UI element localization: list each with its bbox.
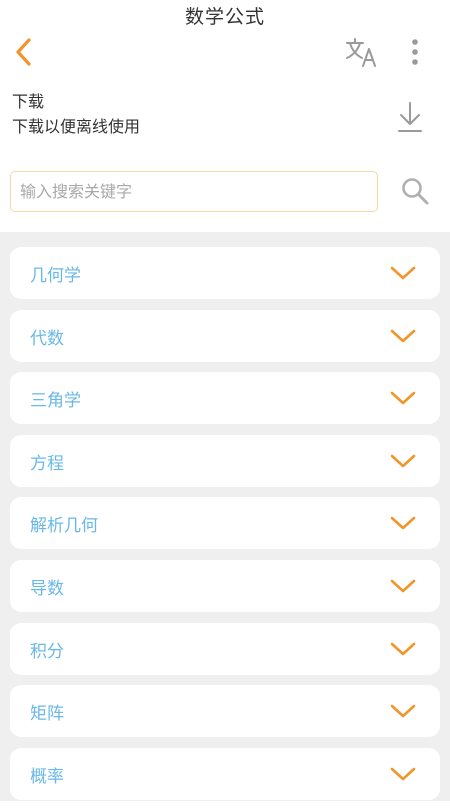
- category-item-algebra[interactable]: 代数: [10, 309, 440, 362]
- category-label: 代数: [30, 328, 64, 349]
- download-icon: [398, 102, 422, 132]
- chevron-left-icon: [16, 38, 31, 66]
- category-label: 概率: [30, 766, 64, 787]
- chevron-down-icon[interactable]: [388, 763, 418, 785]
- category-label: 三角学: [30, 391, 81, 412]
- category-item-matrices[interactable]: 矩阵: [10, 685, 440, 738]
- category-item-equations[interactable]: 方程: [10, 434, 440, 487]
- chevron-down-icon[interactable]: [388, 700, 418, 722]
- chevron-down-icon[interactable]: [388, 387, 418, 409]
- category-label: 解析几何: [30, 516, 98, 537]
- category-item-trigonometry[interactable]: 三角学: [10, 372, 440, 425]
- category-item-probability[interactable]: 概率: [10, 747, 440, 800]
- page-title: 数学公式: [184, 6, 265, 28]
- chevron-down-icon[interactable]: [388, 450, 418, 472]
- category-item-geometry[interactable]: 几何学: [10, 247, 440, 299]
- more-vertical-icon: [412, 39, 418, 65]
- chevron-down-icon[interactable]: [388, 262, 418, 284]
- search-input[interactable]: [10, 171, 378, 212]
- category-label: 积分: [30, 641, 64, 662]
- category-item-analytic-geometry[interactable]: 解析几何: [10, 497, 440, 550]
- search-button[interactable]: [396, 172, 434, 210]
- category-list: 几何学 代数 三角学 方程 解析几何 导数 积分 矩阵 概率: [10, 247, 440, 810]
- chevron-down-icon[interactable]: [388, 512, 418, 534]
- category-label: 几何学: [30, 266, 81, 286]
- download-subtitle: 下载以便离线使用: [12, 117, 141, 136]
- app-screen: 数学公式 下载 下载以便离线使用 输入搜索关键字 几何学 代数 三角学 方程 解…: [0, 0, 450, 801]
- category-label: 矩阵: [30, 704, 64, 725]
- top-panel: 数学公式 下载 下载以便离线使用 输入搜索关键字: [0, 0, 450, 232]
- category-label: 导数: [30, 578, 64, 599]
- translate-button[interactable]: [340, 34, 382, 70]
- chevron-down-icon[interactable]: [388, 638, 418, 660]
- translate-icon: [346, 38, 376, 67]
- category-label: 方程: [30, 453, 64, 474]
- category-item-derivatives[interactable]: 导数: [10, 559, 440, 612]
- chevron-down-icon[interactable]: [388, 325, 418, 347]
- search-icon: [402, 178, 429, 205]
- chevron-down-icon[interactable]: [388, 575, 418, 597]
- download-title: 下载: [12, 92, 45, 111]
- category-item-integrals[interactable]: 积分: [10, 622, 440, 675]
- download-button[interactable]: [392, 98, 428, 136]
- back-button[interactable]: [6, 34, 42, 70]
- more-options-button[interactable]: [400, 34, 430, 70]
